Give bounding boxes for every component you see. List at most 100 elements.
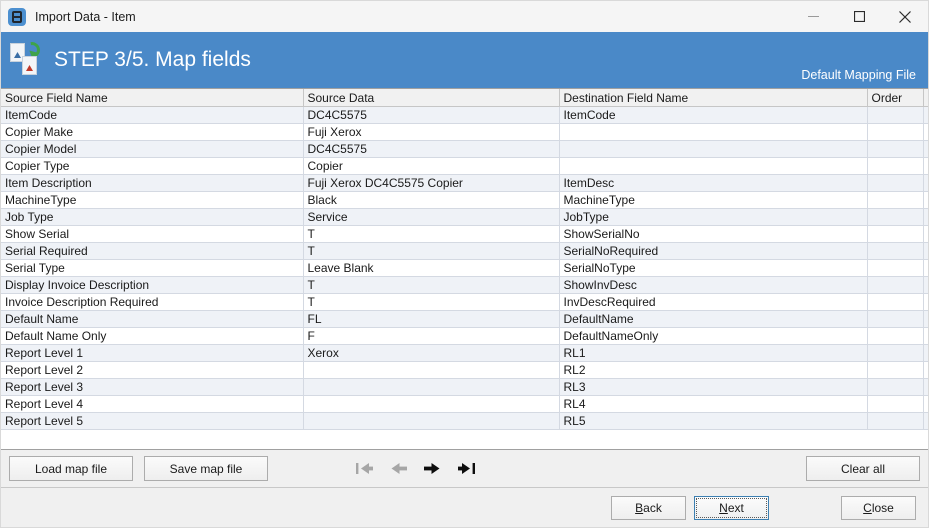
cell-order[interactable] bbox=[867, 106, 924, 124]
cell-order[interactable] bbox=[867, 327, 924, 345]
field-mapping-grid[interactable]: Source Field Name Source Data Destinatio… bbox=[1, 88, 928, 450]
cell-source-data[interactable]: Copier bbox=[303, 157, 560, 175]
table-row[interactable]: Report Level 1 Xerox RL1 bbox=[1, 344, 928, 362]
cell-source-field-name[interactable]: Report Level 4 bbox=[1, 395, 304, 413]
cell-order[interactable] bbox=[867, 293, 924, 311]
cell-source-field-name[interactable]: Report Level 3 bbox=[1, 378, 304, 396]
next-button[interactable]: Next bbox=[694, 495, 769, 520]
cell-destination-field-name[interactable]: ItemDesc bbox=[559, 174, 868, 192]
cell-destination-field-name[interactable]: DefaultNameOnly bbox=[559, 327, 868, 345]
table-row[interactable]: Copier Type Copier bbox=[1, 157, 928, 175]
cell-source-data[interactable]: T bbox=[303, 276, 560, 294]
table-row[interactable]: Serial Required T SerialNoRequired bbox=[1, 242, 928, 260]
minimize-icon[interactable] bbox=[790, 1, 836, 32]
table-row[interactable]: Invoice Description Required T InvDescRequ… bbox=[1, 293, 928, 311]
cell-destination-field-name[interactable] bbox=[559, 140, 868, 158]
cell-source-data[interactable]: Service bbox=[303, 208, 560, 226]
cell-destination-field-name[interactable]: RL2 bbox=[559, 361, 868, 379]
cell-source-field-name[interactable]: MachineType bbox=[1, 191, 304, 209]
cell-destination-field-name[interactable]: RL1 bbox=[559, 344, 868, 362]
cell-order[interactable] bbox=[867, 242, 924, 260]
cell-source-field-name[interactable]: Item Description bbox=[1, 174, 304, 192]
cell-destination-field-name[interactable]: ShowSerialNo bbox=[559, 225, 868, 243]
cell-destination-field-name[interactable]: DefaultName bbox=[559, 310, 868, 328]
cell-order[interactable] bbox=[867, 276, 924, 294]
cell-source-field-name[interactable]: Copier Model bbox=[1, 140, 304, 158]
cell-source-field-name[interactable]: Display Invoice Description bbox=[1, 276, 304, 294]
column-header-source-data[interactable]: Source Data bbox=[303, 89, 560, 107]
cell-source-field-name[interactable]: Serial Type bbox=[1, 259, 304, 277]
table-row[interactable]: Default Name FL DefaultName bbox=[1, 310, 928, 328]
cell-order[interactable] bbox=[867, 344, 924, 362]
cell-source-data[interactable] bbox=[303, 378, 560, 396]
cell-source-field-name[interactable]: Report Level 1 bbox=[1, 344, 304, 362]
cell-order[interactable] bbox=[867, 259, 924, 277]
cell-destination-field-name[interactable]: InvDescRequired bbox=[559, 293, 868, 311]
cell-source-data[interactable]: Leave Blank bbox=[303, 259, 560, 277]
cell-destination-field-name[interactable]: ItemCode bbox=[559, 106, 868, 124]
cell-source-field-name[interactable]: Report Level 5 bbox=[1, 412, 304, 430]
cell-destination-field-name[interactable]: SerialNoType bbox=[559, 259, 868, 277]
cell-destination-field-name[interactable]: RL4 bbox=[559, 395, 868, 413]
cell-order[interactable] bbox=[867, 395, 924, 413]
save-map-file-button[interactable]: Save map file bbox=[144, 456, 268, 481]
cell-source-field-name[interactable]: Default Name bbox=[1, 310, 304, 328]
close-icon[interactable] bbox=[882, 1, 928, 32]
cell-source-data[interactable]: FL bbox=[303, 310, 560, 328]
cell-destination-field-name[interactable]: SerialNoRequired bbox=[559, 242, 868, 260]
cell-source-data[interactable] bbox=[303, 361, 560, 379]
table-row[interactable]: Show Serial T ShowSerialNo bbox=[1, 225, 928, 243]
table-row[interactable]: Copier Model DC4C5575 bbox=[1, 140, 928, 158]
table-row[interactable]: Item Description Fuji Xerox DC4C5575 Copi… bbox=[1, 174, 928, 192]
cell-source-data[interactable]: F bbox=[303, 327, 560, 345]
column-header-destination-field-name[interactable]: Destination Field Name bbox=[559, 89, 868, 107]
cell-source-data[interactable]: T bbox=[303, 242, 560, 260]
cell-order[interactable] bbox=[867, 225, 924, 243]
cell-order[interactable] bbox=[867, 191, 924, 209]
cell-source-field-name[interactable]: Show Serial bbox=[1, 225, 304, 243]
back-button[interactable]: Back bbox=[611, 495, 686, 520]
cell-destination-field-name[interactable] bbox=[559, 123, 868, 141]
cell-source-field-name[interactable]: Invoice Description Required bbox=[1, 293, 304, 311]
cell-order[interactable] bbox=[867, 174, 924, 192]
column-header-source-field-name[interactable]: Source Field Name bbox=[1, 89, 304, 107]
cell-destination-field-name[interactable]: ShowInvDesc bbox=[559, 276, 868, 294]
cell-order[interactable] bbox=[867, 361, 924, 379]
cell-source-field-name[interactable]: Report Level 2 bbox=[1, 361, 304, 379]
cell-destination-field-name[interactable]: MachineType bbox=[559, 191, 868, 209]
cell-source-field-name[interactable]: Copier Make bbox=[1, 123, 304, 141]
cell-source-data[interactable]: Black bbox=[303, 191, 560, 209]
table-row[interactable]: ItemCode DC4C5575 ItemCode bbox=[1, 106, 928, 124]
cell-order[interactable] bbox=[867, 140, 924, 158]
cell-source-data[interactable]: Fuji Xerox DC4C5575 Copier bbox=[303, 174, 560, 192]
table-row[interactable]: Display Invoice Description T ShowInvDesc bbox=[1, 276, 928, 294]
cell-source-data[interactable]: T bbox=[303, 225, 560, 243]
table-row[interactable]: Serial Type Leave Blank SerialNoType bbox=[1, 259, 928, 277]
load-map-file-button[interactable]: Load map file bbox=[9, 456, 133, 481]
table-row[interactable]: Report Level 3 RL3 bbox=[1, 378, 928, 396]
cell-source-data[interactable]: DC4C5575 bbox=[303, 106, 560, 124]
go-to-next-icon[interactable] bbox=[423, 461, 442, 477]
table-row[interactable]: Default Name Only F DefaultNameOnly bbox=[1, 327, 928, 345]
go-to-last-icon[interactable] bbox=[457, 461, 476, 477]
cell-source-field-name[interactable]: Default Name Only bbox=[1, 327, 304, 345]
go-to-first-icon[interactable] bbox=[355, 461, 374, 477]
cell-order[interactable] bbox=[867, 378, 924, 396]
cell-destination-field-name[interactable]: RL5 bbox=[559, 412, 868, 430]
table-row[interactable]: Copier Make Fuji Xerox bbox=[1, 123, 928, 141]
cell-destination-field-name[interactable]: JobType bbox=[559, 208, 868, 226]
close-button[interactable]: Close bbox=[841, 495, 916, 520]
cell-source-data[interactable] bbox=[303, 395, 560, 413]
cell-order[interactable] bbox=[867, 208, 924, 226]
cell-order[interactable] bbox=[867, 310, 924, 328]
maximize-icon[interactable] bbox=[836, 1, 882, 32]
cell-destination-field-name[interactable]: RL3 bbox=[559, 378, 868, 396]
cell-source-data[interactable] bbox=[303, 412, 560, 430]
cell-source-data[interactable]: Xerox bbox=[303, 344, 560, 362]
column-header-order[interactable]: Order bbox=[867, 89, 924, 107]
cell-order[interactable] bbox=[867, 157, 924, 175]
cell-source-data[interactable]: Fuji Xerox bbox=[303, 123, 560, 141]
cell-order[interactable] bbox=[867, 412, 924, 430]
cell-source-field-name[interactable]: Copier Type bbox=[1, 157, 304, 175]
table-row[interactable]: Report Level 5 RL5 bbox=[1, 412, 928, 430]
